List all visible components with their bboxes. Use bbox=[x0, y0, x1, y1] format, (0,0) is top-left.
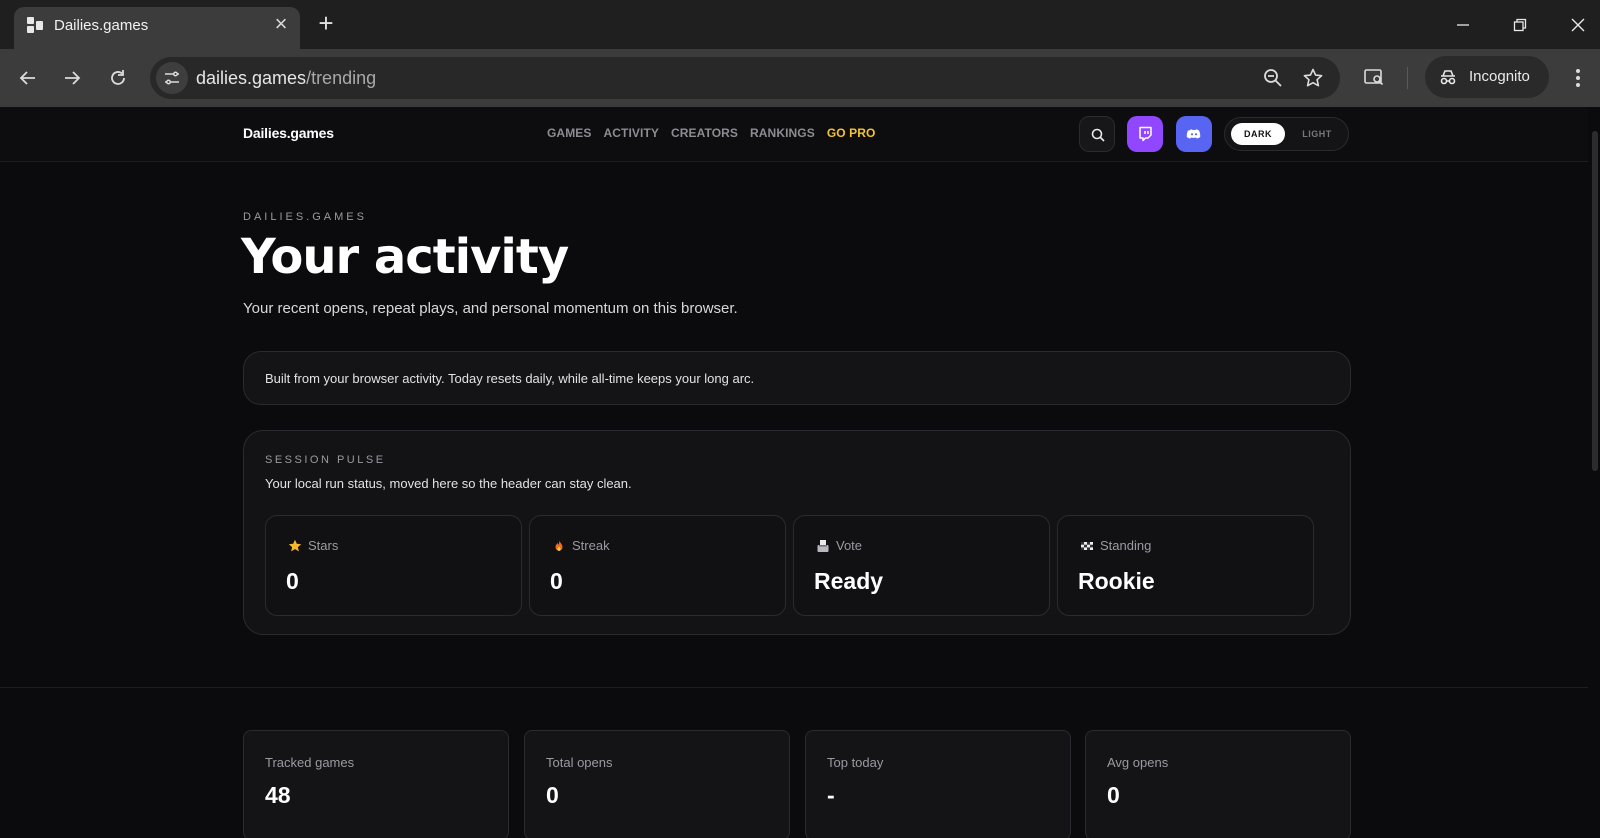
stat-card-tracked-games: Tracked games 48 bbox=[243, 730, 509, 838]
theme-light-option[interactable]: LIGHT bbox=[1295, 123, 1339, 145]
more-menu-icon[interactable] bbox=[1568, 66, 1588, 90]
back-button[interactable] bbox=[13, 63, 43, 93]
nav-go-pro[interactable]: GO PRO bbox=[827, 126, 876, 140]
browser-tabstrip: Dailies.games × + bbox=[0, 0, 1600, 49]
address-bar[interactable]: dailies.games/trending bbox=[150, 57, 1340, 99]
scrollbar-thumb[interactable] bbox=[1592, 131, 1598, 471]
stars-label: Stars bbox=[308, 538, 339, 553]
restore-button[interactable] bbox=[1505, 10, 1535, 40]
minimize-icon bbox=[1457, 24, 1469, 26]
incognito-icon bbox=[1440, 70, 1456, 85]
stat-value: - bbox=[827, 782, 835, 808]
nav-games[interactable]: GAMES bbox=[547, 126, 592, 140]
stat-label: Total opens bbox=[546, 755, 613, 770]
tune-icon bbox=[165, 71, 179, 85]
stat-card-total-opens: Total opens 0 bbox=[524, 730, 790, 838]
forward-button[interactable] bbox=[57, 63, 87, 93]
page-eyebrow: DAILIES.GAMES bbox=[243, 211, 367, 223]
url-path: /trending bbox=[306, 68, 377, 88]
url-text: dailies.games/trending bbox=[196, 68, 376, 89]
stat-value: 0 bbox=[1107, 782, 1120, 808]
stat-value: 0 bbox=[546, 782, 559, 808]
stat-card-avg-opens: Avg opens 0 bbox=[1085, 730, 1351, 838]
standing-label: Standing bbox=[1100, 538, 1152, 553]
tab-title: Dailies.games bbox=[54, 17, 149, 34]
screen-search-icon bbox=[1364, 69, 1384, 86]
browser-tab[interactable]: Dailies.games × bbox=[14, 7, 300, 49]
stat-label: Top today bbox=[827, 755, 884, 770]
vote-value: Ready bbox=[814, 568, 884, 594]
main-nav: GAMES ACTIVITY CREATORS RANKINGS GO PRO bbox=[547, 126, 875, 140]
page-content: Dailies.games GAMES ACTIVITY CREATORS RA… bbox=[0, 107, 1588, 838]
toolbar-separator bbox=[1407, 67, 1408, 89]
info-note-text: Built from your browser activity. Today … bbox=[265, 371, 755, 386]
stat-label: Avg opens bbox=[1107, 755, 1169, 770]
close-window-button[interactable] bbox=[1563, 10, 1593, 40]
browser-toolbar: dailies.games/trending Incognito bbox=[0, 49, 1600, 107]
theme-toggle[interactable]: DARK LIGHT bbox=[1224, 117, 1349, 151]
reload-icon bbox=[111, 70, 125, 85]
minimize-button[interactable] bbox=[1448, 10, 1478, 40]
arrow-left-icon bbox=[19, 71, 35, 85]
discord-icon bbox=[1186, 129, 1201, 139]
twitch-button[interactable] bbox=[1127, 116, 1163, 152]
discord-button[interactable] bbox=[1176, 116, 1212, 152]
vote-label: Vote bbox=[836, 538, 863, 553]
nav-activity[interactable]: ACTIVITY bbox=[604, 126, 659, 140]
nav-rankings[interactable]: RANKINGS bbox=[750, 126, 815, 140]
vote-card: Vote Ready bbox=[793, 515, 1050, 616]
stat-label: Tracked games bbox=[265, 755, 355, 770]
new-tab-button[interactable]: + bbox=[313, 10, 339, 37]
reload-button[interactable] bbox=[103, 63, 133, 93]
nav-creators[interactable]: CREATORS bbox=[671, 126, 738, 140]
ballot-box-icon bbox=[817, 539, 829, 552]
page-scrollbar[interactable] bbox=[1590, 107, 1600, 838]
site-search-button[interactable] bbox=[1079, 116, 1115, 152]
fire-icon bbox=[555, 539, 563, 551]
streak-label: Streak bbox=[572, 538, 610, 553]
info-note: Built from your browser activity. Today … bbox=[243, 351, 1351, 405]
stars-value: 0 bbox=[286, 568, 299, 594]
incognito-label: Incognito bbox=[1469, 68, 1530, 85]
bookmark-button[interactable] bbox=[1300, 65, 1326, 91]
arrow-right-icon bbox=[65, 71, 81, 85]
star-icon bbox=[288, 539, 302, 551]
incognito-profile-button[interactable]: Incognito bbox=[1425, 56, 1549, 98]
theme-dark-option[interactable]: DARK bbox=[1231, 123, 1285, 145]
standing-value: Rookie bbox=[1078, 568, 1155, 594]
tab-search-button[interactable] bbox=[1359, 62, 1389, 92]
page-subtitle: Your recent opens, repeat plays, and per… bbox=[243, 300, 738, 317]
site-header: Dailies.games GAMES ACTIVITY CREATORS RA… bbox=[0, 107, 1588, 162]
twitch-icon bbox=[1139, 126, 1152, 142]
standing-card: Standing Rookie bbox=[1057, 515, 1314, 616]
zoom-out-icon bbox=[1264, 69, 1282, 87]
restore-icon bbox=[1513, 18, 1527, 32]
checkered-flag-icon bbox=[1081, 541, 1093, 550]
session-pulse-heading: SESSION PULSE bbox=[265, 454, 386, 466]
search-icon bbox=[1091, 128, 1105, 142]
site-logo[interactable]: Dailies.games bbox=[243, 125, 334, 141]
streak-card: Streak 0 bbox=[529, 515, 786, 616]
tab-close-icon[interactable]: × bbox=[270, 13, 292, 36]
session-pulse-panel: SESSION PULSE Your local run status, mov… bbox=[243, 430, 1351, 635]
streak-value: 0 bbox=[550, 568, 563, 594]
site-info-button[interactable] bbox=[156, 62, 188, 94]
star-outline-icon bbox=[1303, 68, 1323, 87]
stat-card-top-today: Top today - bbox=[805, 730, 1071, 838]
section-divider bbox=[0, 687, 1588, 688]
stars-card: Stars 0 bbox=[265, 515, 522, 616]
page-title: Your activity bbox=[241, 229, 569, 285]
url-host: dailies.games bbox=[196, 68, 307, 88]
stat-value: 48 bbox=[265, 782, 291, 808]
site-favicon-icon bbox=[27, 17, 43, 33]
zoom-button[interactable] bbox=[1260, 65, 1286, 91]
close-icon bbox=[1571, 18, 1585, 32]
session-pulse-subtitle: Your local run status, moved here so the… bbox=[265, 476, 632, 491]
